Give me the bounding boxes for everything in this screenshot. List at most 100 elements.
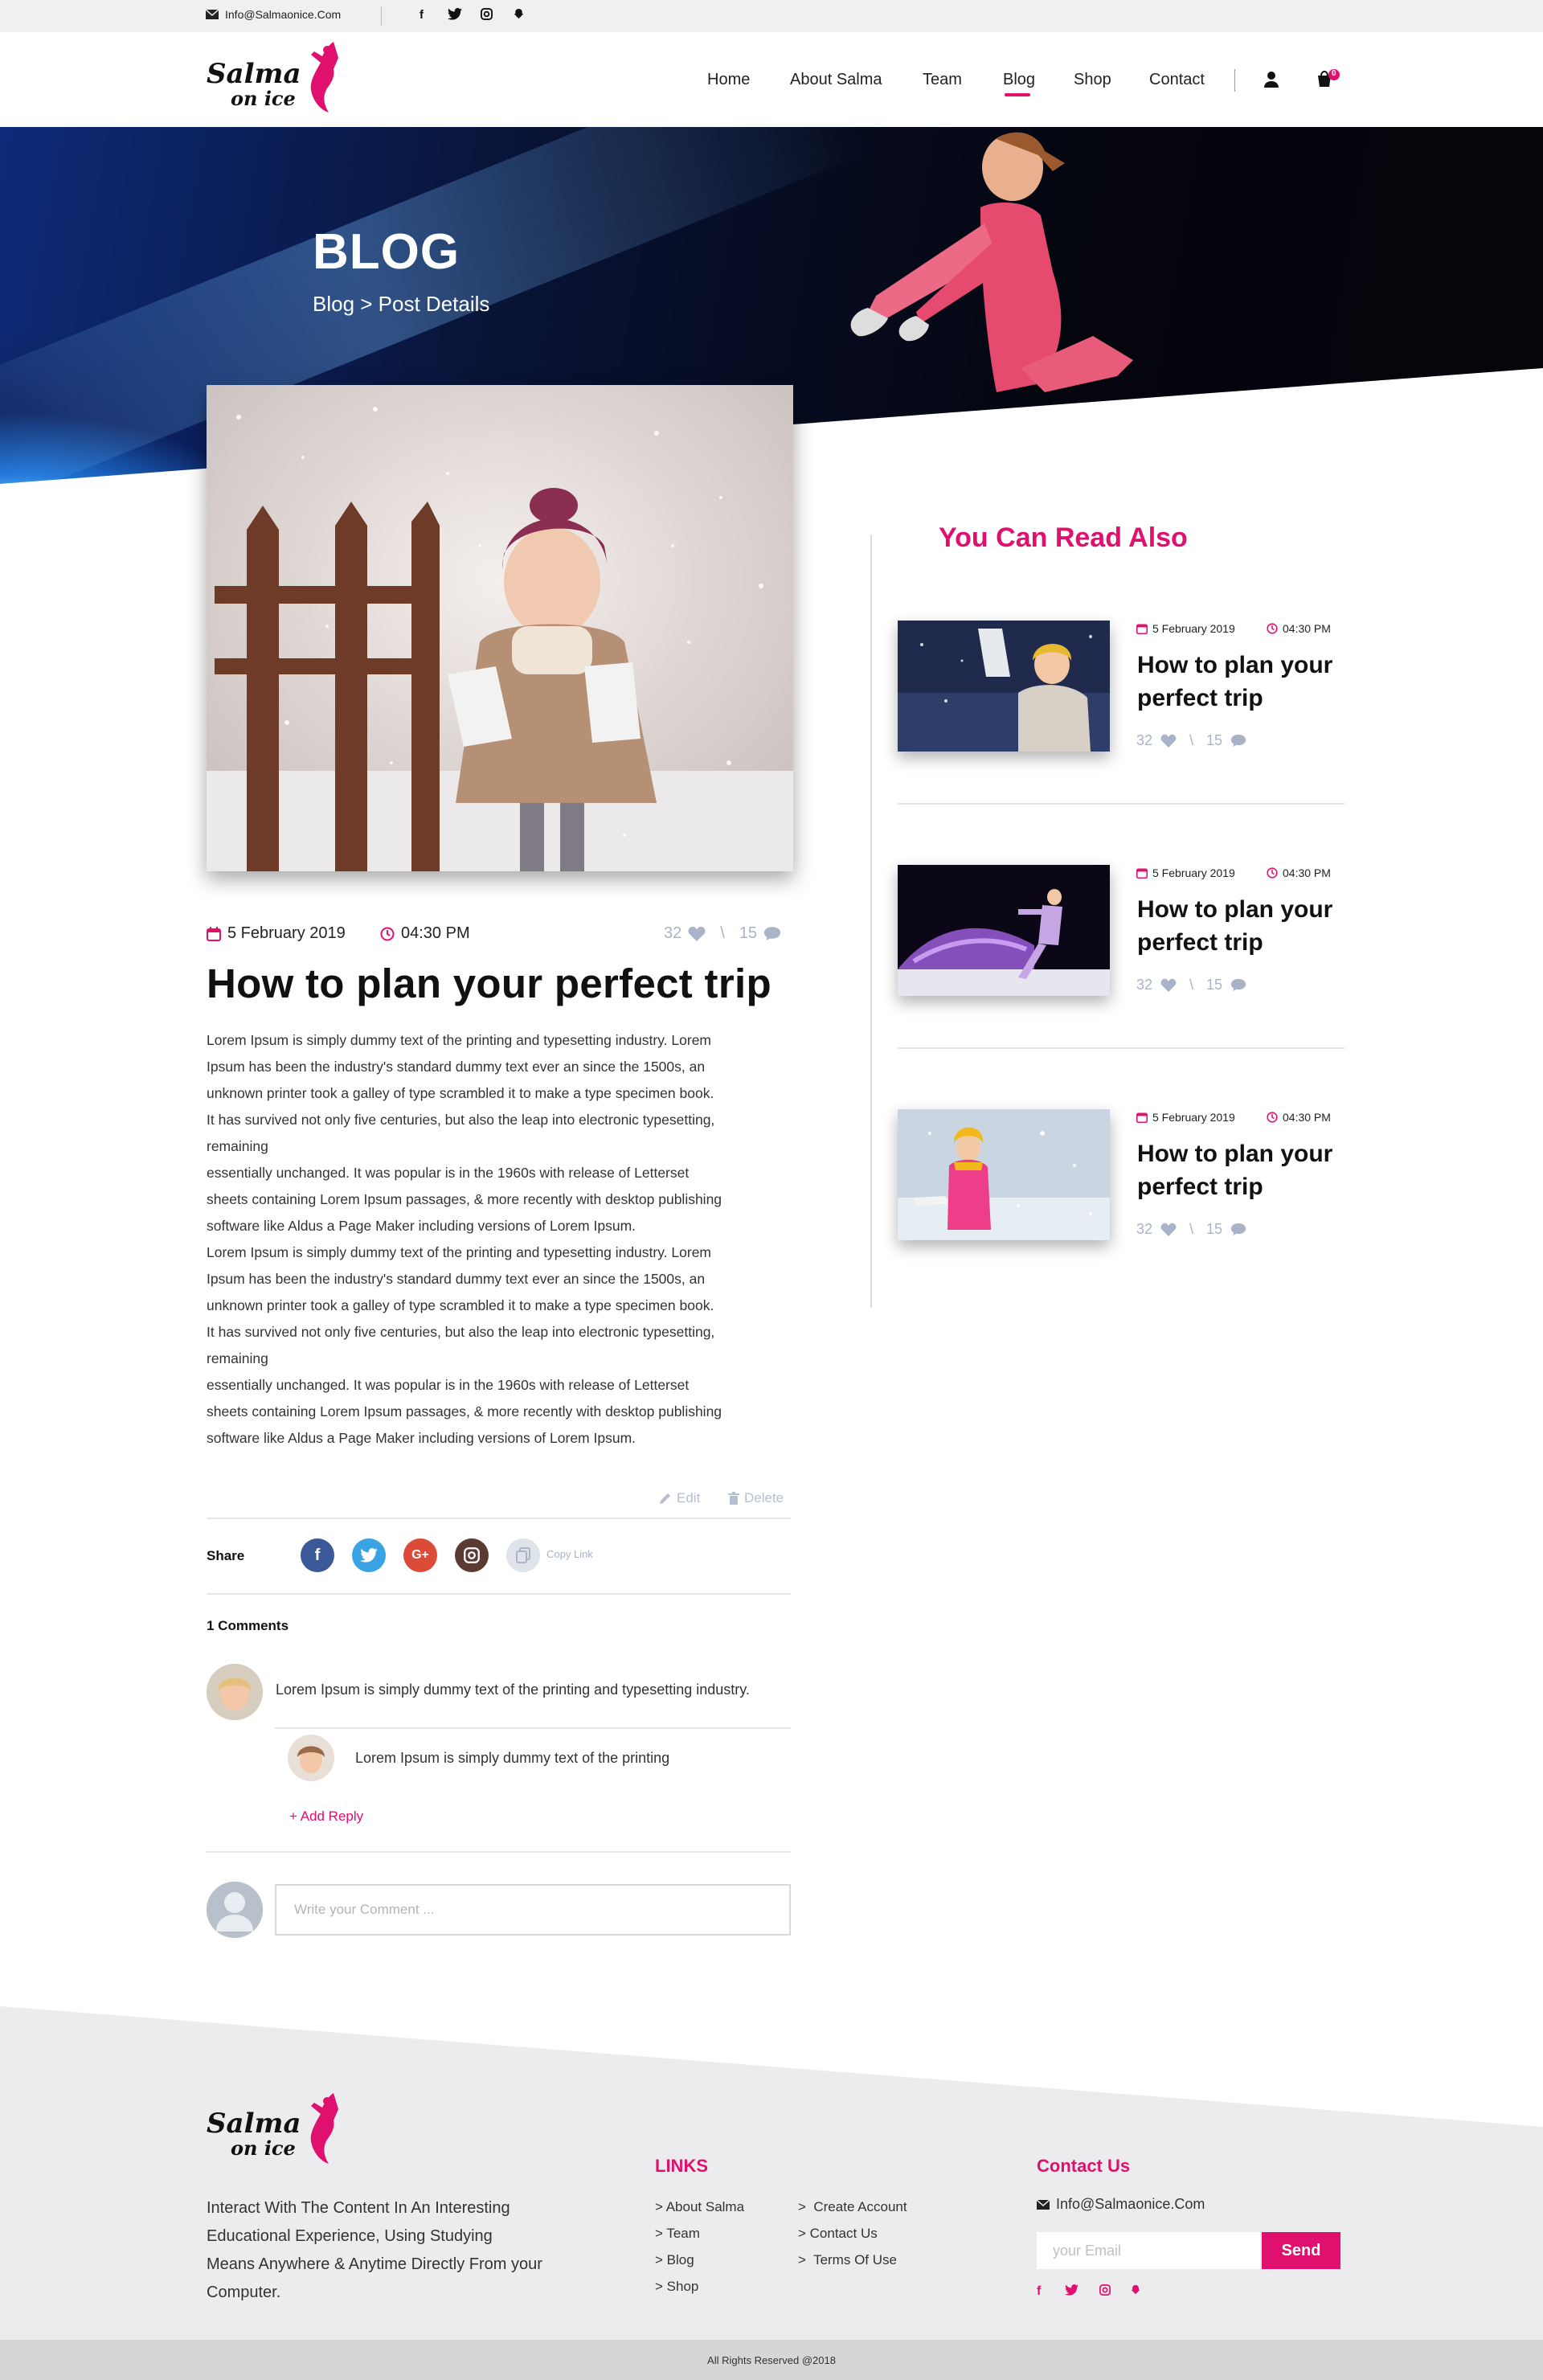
related-divider-line-2 [898,1047,1344,1049]
cart-icon[interactable]: 0 [1316,69,1340,92]
related-post-date-2: 5 February 2019 [1136,866,1235,879]
related-post-date-1: 5 February 2019 [1136,622,1235,635]
post-featured-image [207,385,793,871]
related-post-image-1[interactable] [898,621,1110,752]
commenter-avatar [207,1664,263,1720]
heart-icon[interactable] [688,926,706,941]
instagram-icon[interactable] [481,8,493,23]
add-reply-link[interactable]: + Add Reply [289,1809,363,1825]
heart-icon[interactable] [1160,1223,1177,1236]
comments-count-label: 1 Comments [207,1618,289,1633]
footer-links-heading: LINKS [655,2156,708,2176]
related-post-stats-2: 32 \ 15 [1136,977,1246,993]
copyright-text: All Rights Reserved @2018 [707,2353,836,2366]
comment-bubble-icon[interactable] [1230,734,1246,748]
snapchat-icon[interactable] [513,8,525,23]
nav-contact[interactable]: Contact [1149,71,1205,89]
related-post-title-3[interactable]: How to plan your perfect trip [1137,1137,1370,1203]
comment-bubble-icon[interactable] [1230,978,1246,992]
footer-link-shop[interactable]: > Shop [655,2279,698,2295]
reply-avatar [288,1735,334,1781]
share-twitter-button[interactable] [352,1538,386,1572]
footer-link-blog[interactable]: > Blog [655,2252,694,2268]
post-date-text: 5 February 2019 [227,924,346,942]
calendar-icon [1136,624,1148,634]
comments-count: 15 [739,924,758,942]
calendar-icon [207,926,221,941]
sidebar-heading: You Can Read Also [939,522,1188,553]
twitter-icon [360,1548,378,1563]
site-footer [0,2006,1543,2380]
share-instagram-button[interactable] [455,1538,489,1572]
nav-home[interactable]: Home [707,71,750,89]
footer-link-terms[interactable]: > Terms Of Use [798,2252,897,2268]
share-google-plus-button[interactable]: G+ [403,1538,437,1572]
delete-button[interactable]: Delete [728,1490,784,1506]
footer-contact-heading: Contact Us [1037,2156,1131,2176]
related-post-image-2[interactable] [898,865,1110,996]
share-label: Share [207,1548,245,1563]
post-stats: 32 \ 15 [664,924,781,943]
clock-icon [1267,867,1278,879]
copyright-bar: All Rights Reserved @2018 [0,2340,1543,2380]
calendar-icon [1136,1112,1148,1123]
nav-team[interactable]: Team [923,71,962,89]
instagram-icon [464,1547,480,1563]
nav-shop[interactable]: Shop [1074,71,1111,89]
newsletter-send-button[interactable]: Send [1262,2232,1340,2269]
sidebar-divider [870,535,872,1308]
copy-link-label[interactable]: Copy Link [546,1548,593,1560]
nav-blog[interactable]: Blog [1003,71,1035,89]
footer-facebook-icon[interactable]: f [1037,2284,1041,2299]
google-plus-icon: G+ [411,1548,429,1562]
divider-comments-bottom [207,1851,791,1853]
comment-text: Lorem Ipsum is simply dummy text of the … [276,1682,750,1698]
skater-logo-icon [310,2093,338,2164]
twitter-icon[interactable] [448,8,462,23]
heart-icon[interactable] [1160,978,1177,992]
footer-twitter-icon[interactable] [1065,2284,1078,2300]
user-icon[interactable] [1263,71,1279,92]
facebook-icon[interactable]: f [420,8,424,22]
comment-input[interactable] [275,1884,791,1936]
footer-link-create-account[interactable]: > Create Account [798,2199,907,2215]
footer-link-contact[interactable]: > Contact Us [798,2226,878,2242]
related-post-title-1[interactable]: How to plan your perfect trip [1137,649,1370,715]
nav-divider [1234,69,1235,92]
footer-instagram-icon[interactable] [1099,2284,1111,2300]
share-facebook-button[interactable]: f [301,1538,334,1572]
related-post-title-2[interactable]: How to plan your perfect trip [1137,893,1370,959]
heart-icon[interactable] [1160,734,1177,748]
edit-label: Edit [677,1490,701,1505]
footer-contact-email-text: Info@Salmaonice.Com [1056,2196,1205,2212]
footer-contact-email[interactable]: Info@Salmaonice.Com [1037,2196,1205,2213]
clock-icon [1267,623,1278,634]
related-comments-3: 15 [1206,1221,1223,1237]
top-bar: Info@Salmaonice.Com f [0,0,1543,32]
related-date-text-3: 5 February 2019 [1152,1111,1235,1124]
comment-bubble-icon[interactable] [763,926,781,941]
related-time-text-1: 04:30 PM [1283,622,1331,635]
footer-snapchat-icon[interactable] [1130,2284,1141,2300]
footer-link-team[interactable]: > Team [655,2226,700,2242]
copy-link-button[interactable] [506,1538,540,1572]
newsletter-email-input[interactable] [1037,2232,1260,2269]
footer-link-about[interactable]: > About Salma [655,2199,744,2215]
post-date: 5 February 2019 [207,924,346,943]
related-divider-line-1 [898,803,1344,805]
related-post-stats-3: 32 \ 15 [1136,1221,1246,1238]
nav-about[interactable]: About Salma [790,71,882,89]
site-logo[interactable]: Salma on ice [207,40,343,121]
related-divider-1: \ [1189,732,1194,748]
reply-text: Lorem Ipsum is simply dummy text of the … [355,1750,670,1766]
topbar-email[interactable]: Info@Salmaonice.Com [206,8,341,21]
related-time-text-3: 04:30 PM [1283,1111,1331,1124]
stats-divider: \ [720,924,725,942]
related-likes-2: 32 [1136,977,1153,993]
envelope-icon [1037,2199,1050,2210]
edit-button[interactable]: Edit [659,1490,700,1506]
related-post-image-3[interactable] [898,1109,1110,1240]
footer-logo[interactable]: Salma on ice [207,2091,343,2172]
comment-bubble-icon[interactable] [1230,1223,1246,1236]
facebook-icon: f [314,1546,321,1564]
